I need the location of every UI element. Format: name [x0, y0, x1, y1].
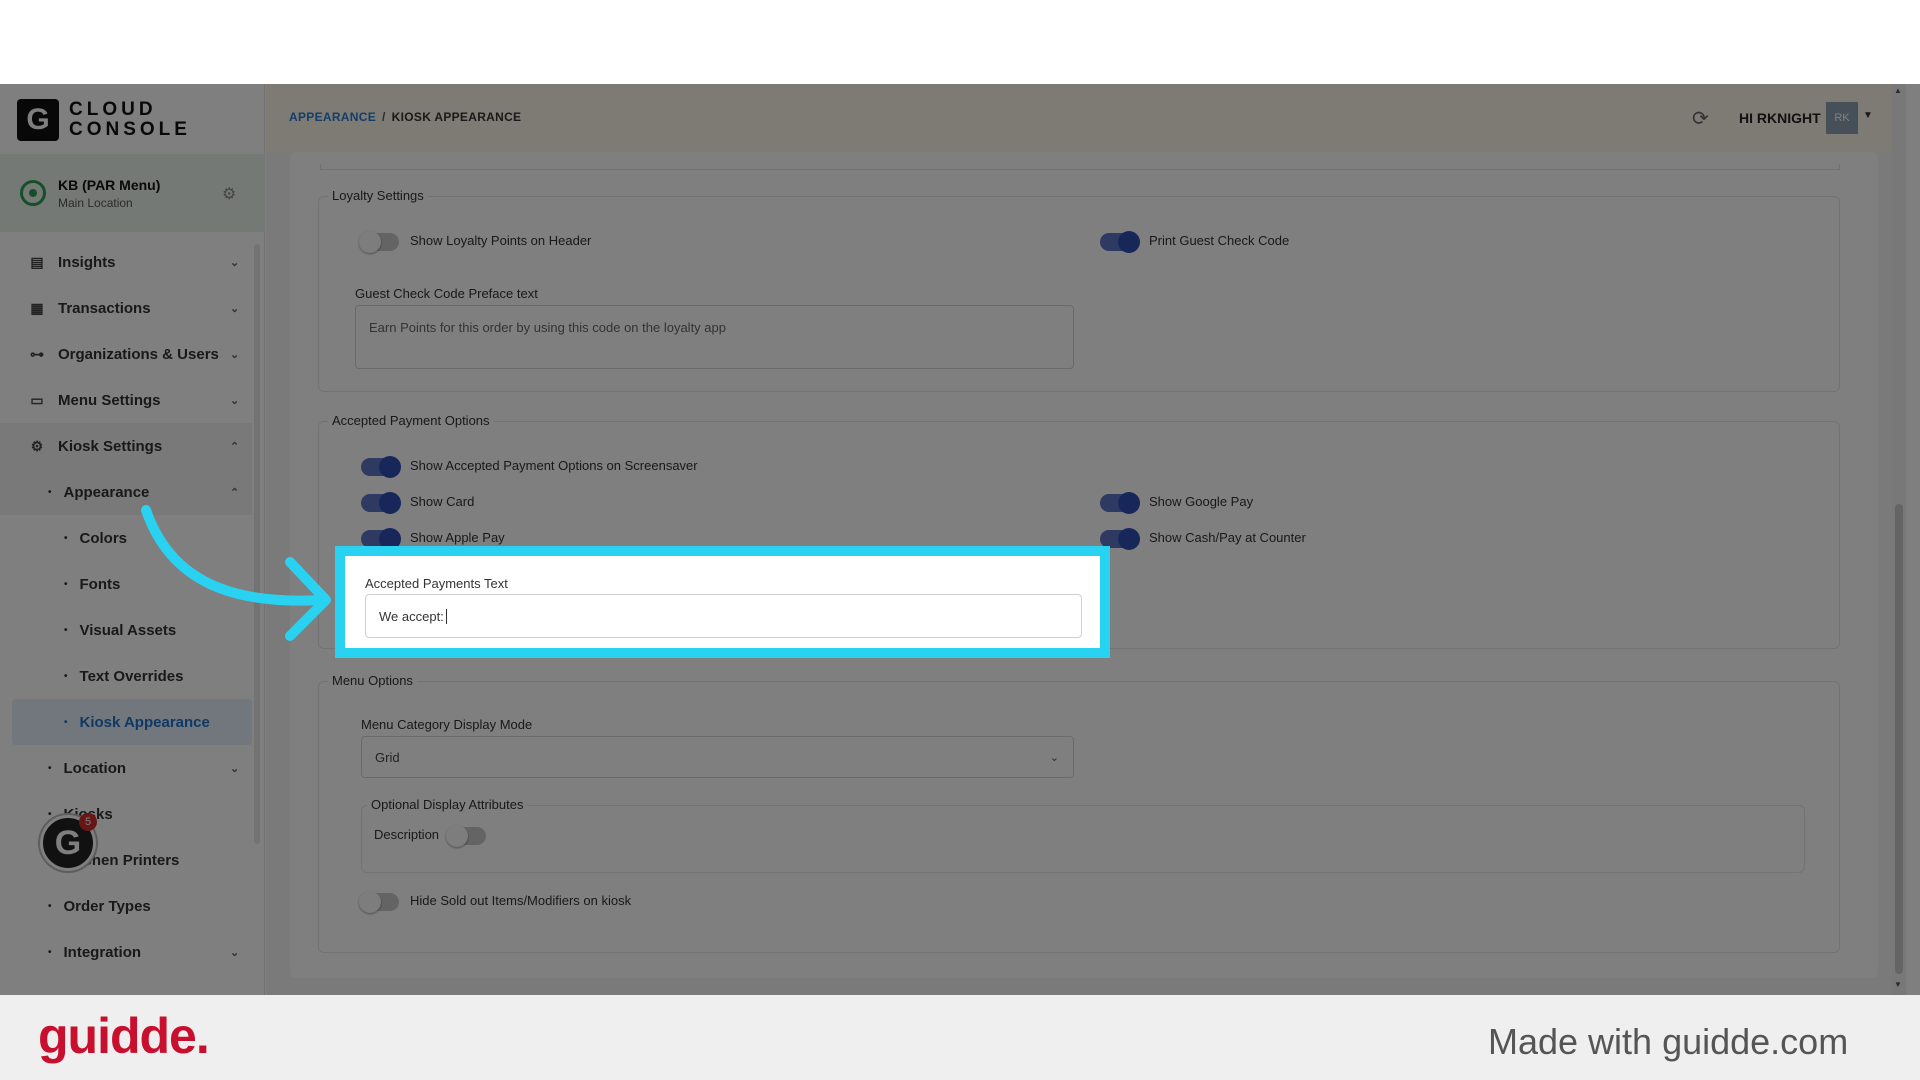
main-content: APPEARANCE / KIOSK APPEARANCE ⟳ HI RKNIGHT…: [266, 84, 1906, 995]
show-loyalty-points-toggle[interactable]: [359, 231, 399, 253]
accepted-payments-text-label: Accepted Payments Text: [365, 576, 508, 591]
description-toggle[interactable]: [446, 825, 486, 847]
footer: guidde. Made with guidde.com: [0, 995, 1920, 1080]
show-google-pay-toggle[interactable]: [1100, 492, 1140, 514]
refresh-icon[interactable]: ⟳: [1692, 106, 1709, 131]
top-header: APPEARANCE / KIOSK APPEARANCE ⟳ HI RKNIGHT…: [266, 84, 1906, 152]
sidebar-item-kiosks[interactable]: •Kiosks: [0, 791, 252, 837]
user-greeting[interactable]: HI RKNIGHT: [1739, 110, 1821, 126]
sidebar-item-label: Insights: [58, 253, 116, 271]
show-payment-screensaver-label: Show Accepted Payment Options on Screens…: [410, 458, 698, 473]
previous-group-edge: [320, 164, 1840, 170]
payment-legend: Accepted Payment Options: [328, 413, 494, 428]
guidde-logo: guidde.: [38, 1008, 210, 1064]
sidebar-item-text-overrides[interactable]: • Text Overrides: [0, 653, 252, 699]
location-name: KB (PAR Menu): [58, 176, 161, 193]
menu-legend: Menu Options: [328, 673, 417, 688]
sidebar-item-kiosk-settings[interactable]: ⚙ Kiosk Settings ⌃: [0, 423, 252, 469]
hide-sold-out-label: Hide Sold out Items/Modifiers on kiosk: [410, 893, 632, 908]
help-count-badge: 5: [79, 813, 97, 831]
avatar[interactable]: RK: [1826, 102, 1858, 134]
receipt-icon: ▦: [30, 299, 44, 316]
display-mode-value: Grid: [375, 749, 400, 765]
location-pin-icon: [20, 180, 46, 206]
sidebar-item-order-types[interactable]: • Order Types: [0, 883, 252, 929]
sidebar-item-kitchen-printers[interactable]: •Kitchen Printers: [0, 837, 252, 883]
top-band: [0, 0, 1920, 84]
show-cash-label: Show Cash/Pay at Counter: [1149, 530, 1306, 545]
display-attributes-group: [361, 805, 1805, 873]
chevron-down-icon: ⌄: [230, 762, 240, 775]
show-card-toggle[interactable]: [361, 492, 401, 514]
show-payment-screensaver-toggle[interactable]: [361, 456, 401, 478]
logo-text: CLOUD CONSOLE: [69, 100, 191, 140]
sidebar-item-insights[interactable]: ▤ Insights ⌄: [0, 239, 252, 285]
chevron-down-icon: ⌄: [230, 348, 240, 361]
logo[interactable]: G CLOUD CONSOLE: [17, 98, 191, 142]
gear-icon[interactable]: ⚙: [222, 184, 236, 204]
sidebar-item-integration[interactable]: • Integration ⌄: [0, 929, 252, 975]
logo-line1: CLOUD: [69, 99, 157, 120]
breadcrumb-current: KIOSK APPEARANCE: [391, 110, 522, 124]
chevron-down-icon: ⌄: [230, 946, 240, 959]
breadcrumb-appearance[interactable]: APPEARANCE: [289, 110, 376, 124]
show-card-label: Show Card: [410, 494, 475, 509]
accepted-payments-text-input[interactable]: We accept:: [365, 594, 1082, 638]
print-guest-check-code-label: Print Guest Check Code: [1149, 233, 1290, 248]
display-mode-label: Menu Category Display Mode: [361, 717, 533, 732]
description-label: Description: [374, 827, 440, 842]
scrollbar-thumb[interactable]: [1895, 504, 1903, 974]
chart-icon: ▤: [30, 253, 44, 270]
scroll-up-icon[interactable]: ▲: [1894, 86, 1902, 95]
made-with-text: Made with guidde.com: [1488, 1021, 1849, 1062]
display-attributes-legend: Optional Display Attributes: [367, 797, 528, 812]
chevron-down-icon: ⌄: [1049, 751, 1059, 764]
sidebar-item-label: Organizations & Users: [58, 345, 219, 363]
breadcrumb: APPEARANCE / KIOSK APPEARANCE: [289, 110, 522, 124]
highlight-box: Accepted Payments Text We accept:: [335, 546, 1110, 658]
settings-icon: ⚙: [30, 437, 44, 454]
text-cursor: [445, 608, 447, 624]
sidebar-item-organizations[interactable]: ⊶ Organizations & Users ⌄: [0, 331, 252, 377]
show-loyalty-points-label: Show Loyalty Points on Header: [410, 233, 592, 248]
sidebar-item-label: Menu Settings: [58, 391, 161, 409]
logo-mark: G: [17, 99, 59, 141]
sidebar-item-label: Appearance: [63, 483, 150, 501]
show-apple-pay-label: Show Apple Pay: [410, 530, 505, 545]
chevron-down-icon: ⌄: [230, 394, 240, 407]
caret-down-icon[interactable]: ▼: [1863, 110, 1873, 121]
sidebar-item-transactions[interactable]: ▦ Transactions ⌄: [0, 285, 252, 331]
page-scrollbar[interactable]: ▲ ▼: [1892, 84, 1906, 995]
sidebar-item-kiosk-appearance[interactable]: • Kiosk Appearance: [12, 699, 252, 745]
logo-line2: CONSOLE: [69, 119, 191, 140]
preface-textarea[interactable]: Earn Points for this order by using this…: [355, 305, 1074, 369]
accepted-payments-text-value: We accept:: [379, 608, 444, 624]
location-sub: Main Location: [58, 195, 133, 210]
hide-sold-out-toggle[interactable]: [359, 891, 399, 913]
chevron-up-icon: ⌃: [230, 486, 240, 499]
sidebar-item-label: Transactions: [58, 299, 151, 317]
print-guest-check-code-toggle[interactable]: [1100, 231, 1140, 253]
show-google-pay-label: Show Google Pay: [1149, 494, 1254, 509]
menu-icon: ▭: [30, 391, 44, 408]
location-card[interactable]: KB (PAR Menu) Main Location ⚙: [0, 154, 265, 232]
org-chart-icon: ⊶: [30, 345, 44, 362]
loyalty-legend: Loyalty Settings: [328, 188, 428, 203]
chevron-down-icon: ⌄: [230, 302, 240, 315]
scroll-down-icon[interactable]: ▼: [1894, 980, 1902, 989]
pointer-arrow-icon: [141, 505, 331, 641]
preface-text-label: Guest Check Code Preface text: [355, 286, 538, 301]
sidebar-item-location[interactable]: • Location ⌄: [0, 745, 252, 791]
chevron-up-icon: ⌃: [230, 440, 240, 453]
sidebar-item-label: Kiosk Settings: [58, 437, 163, 455]
chevron-down-icon: ⌄: [230, 256, 240, 269]
display-mode-select[interactable]: Grid ⌄: [361, 736, 1074, 778]
sidebar-item-menu-settings[interactable]: ▭ Menu Settings ⌄: [0, 377, 252, 423]
